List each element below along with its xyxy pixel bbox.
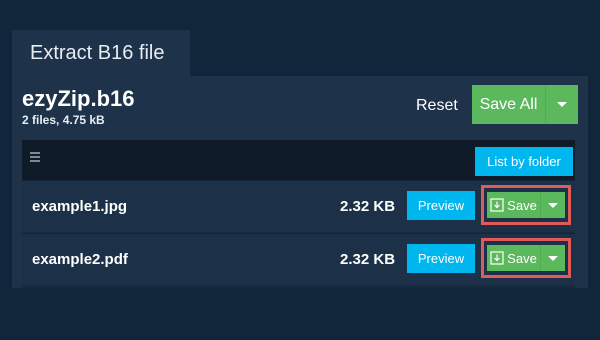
main-panel: ezyZip.b16 2 files, 4.75 kB Reset Save A… bbox=[12, 76, 588, 288]
save-all-button[interactable]: Save All bbox=[472, 85, 546, 124]
chevron-down-icon bbox=[557, 102, 567, 107]
reset-button[interactable]: Reset bbox=[404, 92, 470, 120]
chevron-down-icon bbox=[548, 202, 558, 208]
preview-button[interactable]: Preview bbox=[407, 191, 475, 220]
chevron-down-icon bbox=[548, 255, 558, 261]
preview-button[interactable]: Preview bbox=[407, 244, 475, 273]
file-row: example2.pdf 2.32 KB Preview Save bbox=[22, 233, 575, 285]
save-all-dropdown-toggle[interactable] bbox=[546, 85, 578, 124]
save-button[interactable]: Save bbox=[487, 192, 541, 218]
file-name: example2.pdf bbox=[32, 251, 128, 268]
list-toolbar: List by folder bbox=[22, 140, 575, 180]
file-name: example1.jpg bbox=[32, 198, 128, 215]
save-highlight-box: Save bbox=[481, 185, 571, 225]
tab-extract-b16[interactable]: Extract B16 file bbox=[12, 30, 190, 76]
save-dropdown-toggle[interactable] bbox=[541, 192, 565, 218]
file-row: example1.jpg 2.32 KB Preview Save bbox=[22, 180, 575, 232]
archive-header: ezyZip.b16 2 files, 4.75 kB bbox=[22, 86, 134, 128]
save-all-group: Save All bbox=[472, 85, 578, 124]
save-highlight-box: Save bbox=[481, 238, 571, 278]
archive-name: ezyZip.b16 bbox=[22, 86, 135, 111]
save-button[interactable]: Save bbox=[487, 245, 541, 271]
download-icon bbox=[490, 251, 504, 265]
save-dropdown-toggle[interactable] bbox=[541, 245, 565, 271]
menu-icon[interactable] bbox=[30, 152, 40, 162]
extractor-app: Extract B16 file ezyZip.b16 2 files, 4.7… bbox=[0, 0, 600, 340]
file-size: 2.32 KB bbox=[340, 251, 396, 268]
file-size: 2.32 KB bbox=[340, 198, 396, 215]
archive-meta: 2 files, 4.75 kB bbox=[22, 113, 105, 127]
file-list: List by folder example1.jpg 2.32 KB Prev… bbox=[22, 140, 575, 288]
save-label: Save bbox=[507, 250, 537, 266]
download-icon bbox=[490, 198, 504, 212]
save-label: Save bbox=[507, 197, 537, 213]
list-by-folder-button[interactable]: List by folder bbox=[475, 147, 573, 176]
tab-title: Extract B16 file bbox=[30, 41, 165, 64]
